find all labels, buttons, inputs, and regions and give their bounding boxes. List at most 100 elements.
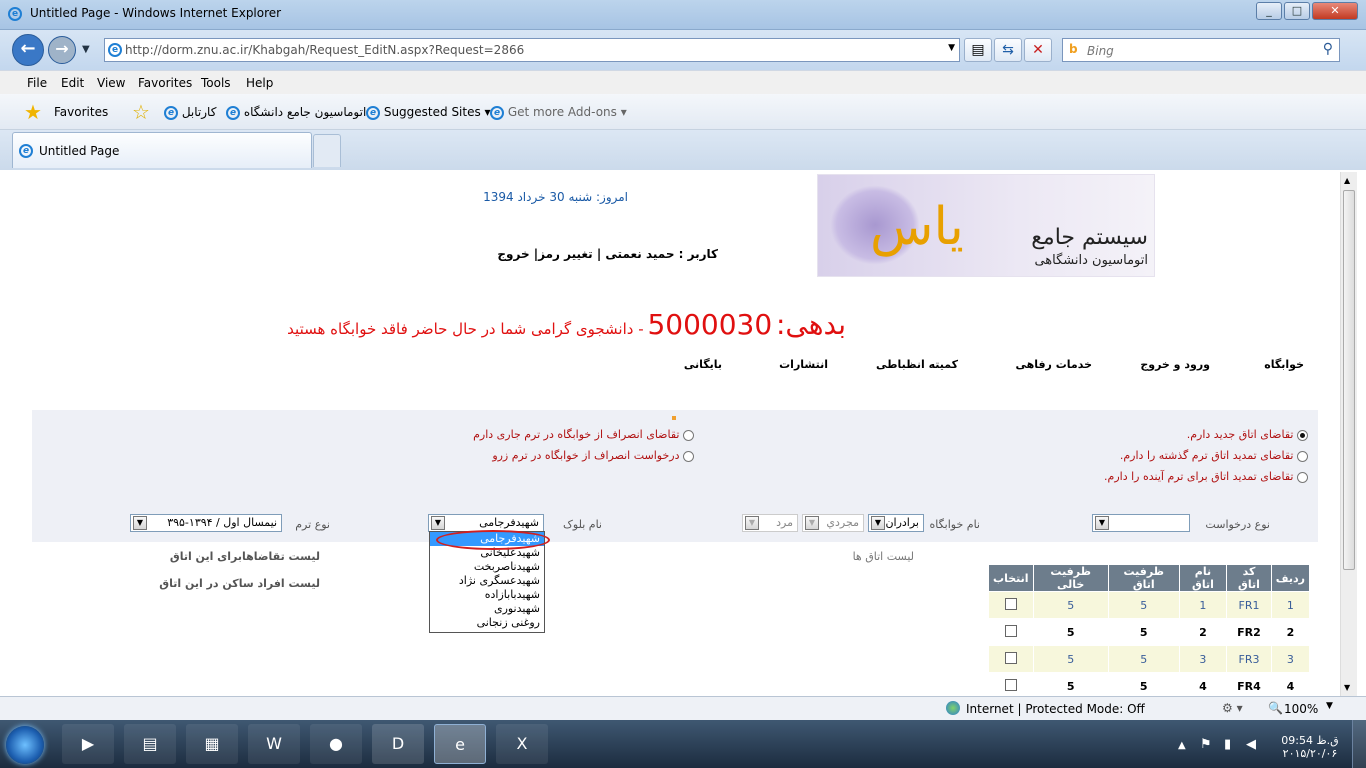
radio-button[interactable] — [1297, 429, 1308, 441]
add-favorite-icon[interactable]: ☆ — [132, 100, 150, 124]
fav-link-addons[interactable]: e Get more Add-ons ▾ — [490, 105, 627, 120]
block-option[interactable]: روغنی زنجانی — [430, 616, 544, 630]
nav-dormitory[interactable]: خوابگاه — [1264, 358, 1304, 371]
radio-label: تقاضای تمدید اتاق ترم گذشته را دارم. — [1119, 449, 1294, 462]
word-icon[interactable]: W — [248, 724, 300, 764]
cell-select — [988, 645, 1034, 673]
fav-link-label: Get more Add-ons ▾ — [507, 105, 627, 119]
dorm-gender-value: مرد — [776, 516, 793, 529]
status-bar: Internet | Protected Mode: Off ⚙ ▾ 🔍 100… — [0, 696, 1366, 720]
menu-help[interactable]: Help — [246, 76, 273, 90]
debt-label: بدهی: — [775, 308, 846, 341]
request-type-label: نوع درخواست — [1205, 518, 1270, 531]
link-ie-icon: e — [226, 105, 240, 120]
scroll-down-icon[interactable]: ▼ — [1344, 683, 1350, 692]
radio-button[interactable] — [1297, 471, 1308, 483]
radio-cancel-current[interactable]: تقاضای انصراف از خوابگاه در ترم جاری دار… — [473, 428, 694, 441]
block-option[interactable]: شهیدناصربخت — [430, 560, 544, 574]
firefox-icon[interactable]: ● — [310, 724, 362, 764]
request-type-select[interactable]: ▼ — [1092, 514, 1190, 532]
fav-link-kartabl[interactable]: e کارتابل — [164, 105, 216, 120]
select-checkbox[interactable] — [1004, 678, 1017, 691]
request-form: تقاضای اتاق جدید دارم. تقاضای تمدید اتاق… — [32, 410, 1318, 542]
menu-tools[interactable]: Tools — [201, 76, 231, 90]
history-dropdown-icon[interactable]: ▼ — [82, 44, 90, 55]
menu-favorites[interactable]: Favorites — [138, 76, 192, 90]
dorm-gender-select[interactable]: مرد ▼ — [742, 514, 798, 532]
media-player-icon[interactable]: ▶ — [62, 724, 114, 764]
maximize-button[interactable]: □ — [1284, 2, 1310, 20]
block-option[interactable]: شهیدنوری — [430, 602, 544, 616]
nav-discipline[interactable]: کمیته انظباطی — [876, 358, 958, 371]
search-icon[interactable]: ⚲ — [1323, 41, 1333, 57]
radio-extend-last[interactable]: تقاضای تمدید اتاق ترم گذشته را دارم. — [1120, 449, 1308, 462]
dorm-status-select[interactable]: مجردي ▼ — [802, 514, 864, 532]
vertical-scrollbar[interactable]: ▲ ▼ — [1340, 172, 1357, 696]
select-checkbox[interactable] — [1004, 651, 1017, 664]
favorites-button[interactable]: Favorites — [54, 105, 108, 119]
term-type-select[interactable]: نیمسال اول / ۱۳۹۴-۳۹۵ ▼ — [130, 514, 282, 532]
scroll-up-icon[interactable]: ▲ — [1344, 176, 1350, 185]
menu-view[interactable]: View — [97, 76, 125, 90]
fav-link-suggested[interactable]: e Suggested Sites ▾ — [366, 105, 491, 120]
start-button[interactable] — [6, 726, 44, 764]
menu-edit[interactable]: Edit — [61, 76, 84, 90]
highlight-ellipse — [436, 530, 550, 550]
radio-extend-next[interactable]: تقاضای تمدید اتاق برای ترم آینده را دارم… — [1104, 470, 1308, 483]
radio-button[interactable] — [683, 429, 694, 441]
compatibility-view-icon[interactable]: ▤ — [964, 38, 992, 62]
zoom-dropdown-icon[interactable]: ▼ — [1326, 701, 1333, 711]
scroll-thumb[interactable] — [1343, 190, 1355, 570]
cell-free-capacity: 5 — [1032, 672, 1109, 696]
radio-cancel-term[interactable]: درخواست انصراف از خوابگاه در ترم زرو — [492, 449, 694, 462]
forward-button[interactable]: → — [48, 36, 76, 64]
cell-row: 2 — [1270, 618, 1311, 646]
excel-icon[interactable]: X — [496, 724, 548, 764]
nav-entry-exit[interactable]: ورود و خروج — [1140, 358, 1210, 371]
show-desktop-button[interactable] — [1352, 720, 1366, 768]
select-checkbox[interactable] — [1004, 597, 1017, 610]
search-box[interactable]: b Bing ⚲ — [1062, 38, 1340, 62]
nav-welfare[interactable]: خدمات رفاهی — [1015, 358, 1092, 371]
zoom-icon[interactable]: 🔍 — [1268, 701, 1283, 715]
dorm-group-select[interactable]: برادران ▼ — [868, 514, 924, 532]
bing-icon: b — [1069, 42, 1078, 56]
close-button[interactable]: ✕ — [1312, 2, 1358, 20]
radio-button[interactable] — [1297, 450, 1308, 462]
menu-file[interactable]: File — [27, 76, 47, 90]
nav-publications[interactable]: انتشارات — [779, 358, 828, 371]
security-icon[interactable]: ⚙ ▾ — [1222, 701, 1243, 715]
address-dropdown-icon[interactable]: ▼ — [948, 43, 955, 53]
stop-icon[interactable]: ✕ — [1024, 38, 1052, 62]
tray-arrow-icon[interactable]: ▲ — [1178, 740, 1186, 751]
block-option[interactable]: شهیدعسگری نژاد — [430, 574, 544, 588]
calculator-icon[interactable]: ▦ — [186, 724, 238, 764]
flag-icon[interactable]: ⚑ — [1200, 737, 1212, 752]
ie-taskbar-icon[interactable]: e — [434, 724, 486, 764]
address-bar[interactable]: e http://dorm.znu.ac.ir/Khabgah/Request_… — [104, 38, 960, 62]
block-option[interactable]: شهیدبابازاده — [430, 588, 544, 602]
back-button[interactable]: ← — [12, 34, 44, 66]
zoom-level[interactable]: 100% — [1284, 702, 1318, 716]
fav-link-automation[interactable]: e اتوماسیون جامع دانشگاه — [226, 105, 366, 120]
new-tab-button[interactable] — [313, 134, 341, 167]
debt-line: بدهی: 5000030 - دانشجوی گرامی شما در حال… — [160, 308, 846, 341]
volume-icon[interactable]: ◀ — [1246, 737, 1256, 752]
app-d-icon[interactable]: D — [372, 724, 424, 764]
tab-untitled-page[interactable]: e Untitled Page — [12, 132, 312, 168]
refresh-icon[interactable]: ⇆ — [994, 38, 1022, 62]
col-free-capacity: ظرفیت خالی — [1032, 564, 1109, 592]
minimize-button[interactable]: _ — [1256, 2, 1282, 20]
col-room-name: نام اتاق — [1178, 564, 1228, 592]
network-icon[interactable]: ▮ — [1224, 737, 1231, 752]
radio-button[interactable] — [683, 450, 694, 462]
internet-zone-icon — [946, 701, 960, 715]
nav-archive[interactable]: بایگانی — [684, 358, 722, 371]
favorites-star-icon[interactable]: ★ — [24, 100, 42, 124]
clock[interactable]: 09:54 ق.ظ ۲۰۱۵/۲۰/۰۶ — [1280, 734, 1340, 760]
user-info[interactable]: کاربر : حمید نعمتی | تغییر رمز| خروج — [486, 247, 718, 261]
explorer-icon[interactable]: ▤ — [124, 724, 176, 764]
radio-new-room[interactable]: تقاضای اتاق جدید دارم. — [1187, 428, 1308, 441]
select-checkbox[interactable] — [1004, 624, 1017, 637]
tab-ie-icon: e — [19, 144, 33, 158]
